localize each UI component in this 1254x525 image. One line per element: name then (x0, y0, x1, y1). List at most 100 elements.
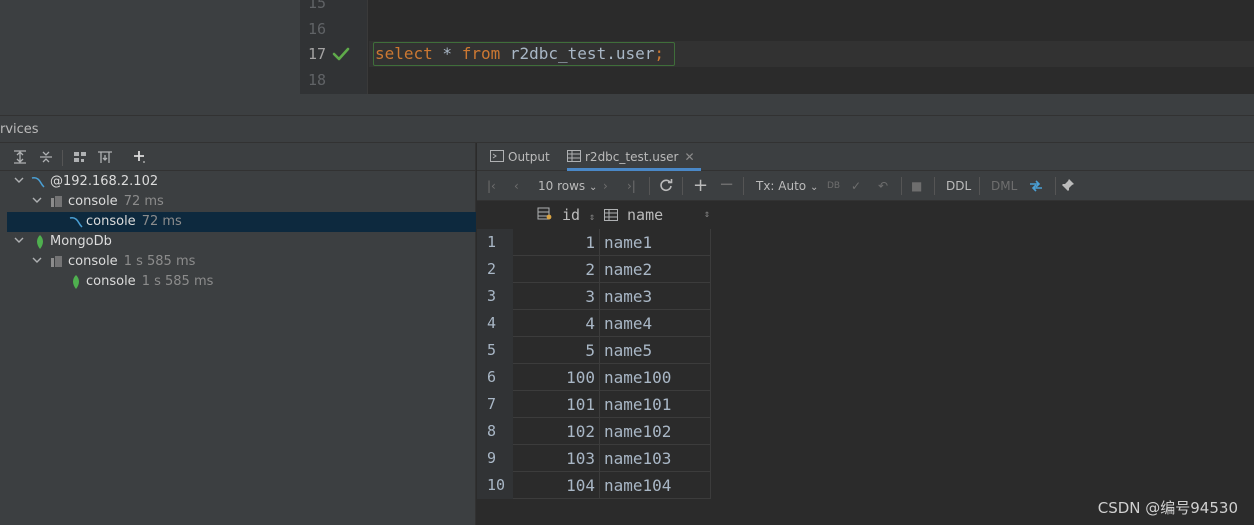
cell-id[interactable]: 104 (513, 472, 600, 499)
tree-item-mysql-connection[interactable]: @192.168.2.102 (0, 172, 476, 192)
cell-id[interactable]: 4 (513, 310, 600, 337)
row-number: 9 (477, 445, 513, 472)
chevron-down-icon[interactable] (32, 252, 44, 272)
pin-icon[interactable] (1061, 178, 1075, 194)
rollback-icon[interactable]: ↶ (878, 178, 888, 194)
sql-star: * (432, 44, 462, 63)
chevron-down-icon[interactable] (14, 232, 26, 252)
stop-icon[interactable]: ■ (911, 178, 922, 194)
toolbar-separator (62, 150, 63, 166)
sql-semicolon: ; (654, 44, 664, 63)
compare-icon[interactable] (1028, 178, 1044, 194)
services-header: rvices (0, 115, 1254, 143)
tab-output[interactable]: Output (490, 143, 550, 171)
cell-id[interactable]: 102 (513, 418, 600, 445)
filter-icon[interactable] (97, 149, 113, 165)
expand-all-icon[interactable] (12, 149, 28, 165)
execution-time: 1 s 585 ms (123, 254, 196, 269)
execution-time: 72 ms (123, 194, 164, 209)
toolbar-separator (901, 177, 902, 195)
cell-name[interactable]: name4 (600, 310, 711, 337)
cell-name[interactable]: name103 (600, 445, 711, 472)
cell-name[interactable]: name104 (600, 472, 711, 499)
watermark: CSDN @编号94530 (1097, 499, 1238, 517)
console-name: console (68, 194, 118, 209)
services-title: rvices (0, 122, 39, 137)
tab-result-table[interactable]: r2dbc_test.user ✕ (567, 143, 701, 171)
tree-item-console-selected[interactable]: console 72 ms (7, 212, 476, 232)
last-page-icon[interactable]: ›| (627, 178, 636, 194)
connection-name: @192.168.2.102 (50, 174, 159, 189)
group-by-icon[interactable] (72, 149, 88, 165)
collapse-all-icon[interactable] (38, 149, 54, 165)
console-name: console (68, 254, 118, 269)
execution-time: 72 ms (141, 214, 182, 229)
cell-id[interactable]: 100 (513, 364, 600, 391)
commit-icon[interactable]: ✓ (851, 178, 861, 194)
mysql-console-icon (69, 215, 83, 229)
toolbar-separator (1055, 177, 1056, 195)
toolbar-separator (979, 177, 980, 195)
db-icon[interactable]: DB (827, 178, 840, 194)
mongodb-icon (33, 235, 47, 249)
ddl-button[interactable]: DDL (946, 178, 971, 194)
toolbar-separator (743, 177, 744, 195)
add-icon[interactable] (131, 149, 147, 165)
cell-name[interactable]: name3 (600, 283, 711, 310)
tab-label: Output (508, 150, 550, 164)
toolbar-separator (934, 177, 935, 195)
row-number: 10 (477, 472, 513, 499)
row-number: 7 (477, 391, 513, 418)
cell-id[interactable]: 101 (513, 391, 600, 418)
table-header: id ⇕ name ⇕ (477, 201, 1254, 229)
tree-item-console[interactable]: console 1 s 585 ms (0, 272, 476, 292)
sort-icon[interactable]: ⇕ (589, 212, 595, 223)
column-name: name (627, 206, 664, 224)
cell-name[interactable]: name100 (600, 364, 711, 391)
chevron-down-icon[interactable] (32, 192, 44, 212)
sort-icon[interactable]: ⇕ (704, 201, 710, 229)
grid-toolbar: |‹ ‹ 10 rows ⌄ › ›| + − Tx: Auto ⌄ DB ✓ … (477, 171, 1254, 201)
sql-statement[interactable]: select * from r2dbc_test.user; (375, 41, 664, 67)
tree-item-label: @192.168.2.102 (50, 172, 158, 192)
cell-id[interactable]: 3 (513, 283, 600, 310)
first-page-icon[interactable]: |‹ (487, 178, 496, 194)
cell-name[interactable]: name2 (600, 256, 711, 283)
column-header-name[interactable]: name ⇕ (604, 201, 710, 229)
tree-item-label: console 72 ms (68, 192, 164, 212)
chevron-down-icon: ⌄ (589, 182, 598, 193)
transaction-mode-select[interactable]: Tx: Auto ⌄ (756, 178, 818, 194)
tree-item-console[interactable]: console 72 ms (0, 192, 476, 212)
cell-name[interactable]: name5 (600, 337, 711, 364)
prev-page-icon[interactable]: ‹ (514, 178, 519, 194)
line-number: 16 (307, 20, 326, 38)
line-number: 18 (307, 71, 326, 89)
cell-id[interactable]: 5 (513, 337, 600, 364)
chevron-down-icon[interactable] (14, 172, 26, 192)
sql-keyword: from (461, 44, 501, 63)
check-icon[interactable] (332, 46, 350, 62)
cell-name[interactable]: name101 (600, 391, 711, 418)
cell-id[interactable]: 103 (513, 445, 600, 472)
column-header-id[interactable]: id ⇕ (537, 201, 595, 229)
transaction-mode-label: Tx: Auto (756, 179, 807, 193)
close-icon[interactable]: ✕ (684, 150, 694, 164)
cell-name[interactable]: name102 (600, 418, 711, 445)
cell-id[interactable]: 1 (513, 229, 600, 256)
toolbar-separator (649, 177, 650, 195)
cell-id[interactable]: 2 (513, 256, 600, 283)
column-name: id (562, 206, 581, 224)
next-page-icon[interactable]: › (603, 178, 608, 194)
console-group-icon (50, 195, 64, 209)
delete-row-icon[interactable]: − (719, 176, 734, 194)
add-row-icon[interactable]: + (693, 177, 708, 195)
code-editor[interactable]: 15 16 17 18 select * from r2dbc_test.use… (0, 0, 1254, 115)
page-size-select[interactable]: 10 rows ⌄ (538, 178, 597, 194)
refresh-icon[interactable] (659, 178, 673, 194)
tree-item-mongodb-connection[interactable]: MongoDb (0, 232, 476, 252)
tree-item-console[interactable]: console 1 s 585 ms (0, 252, 476, 272)
cell-name[interactable]: name1 (600, 229, 711, 256)
editor-bottom-bar (300, 94, 1254, 115)
dml-button[interactable]: DML (991, 178, 1017, 194)
row-number: 4 (477, 310, 513, 337)
